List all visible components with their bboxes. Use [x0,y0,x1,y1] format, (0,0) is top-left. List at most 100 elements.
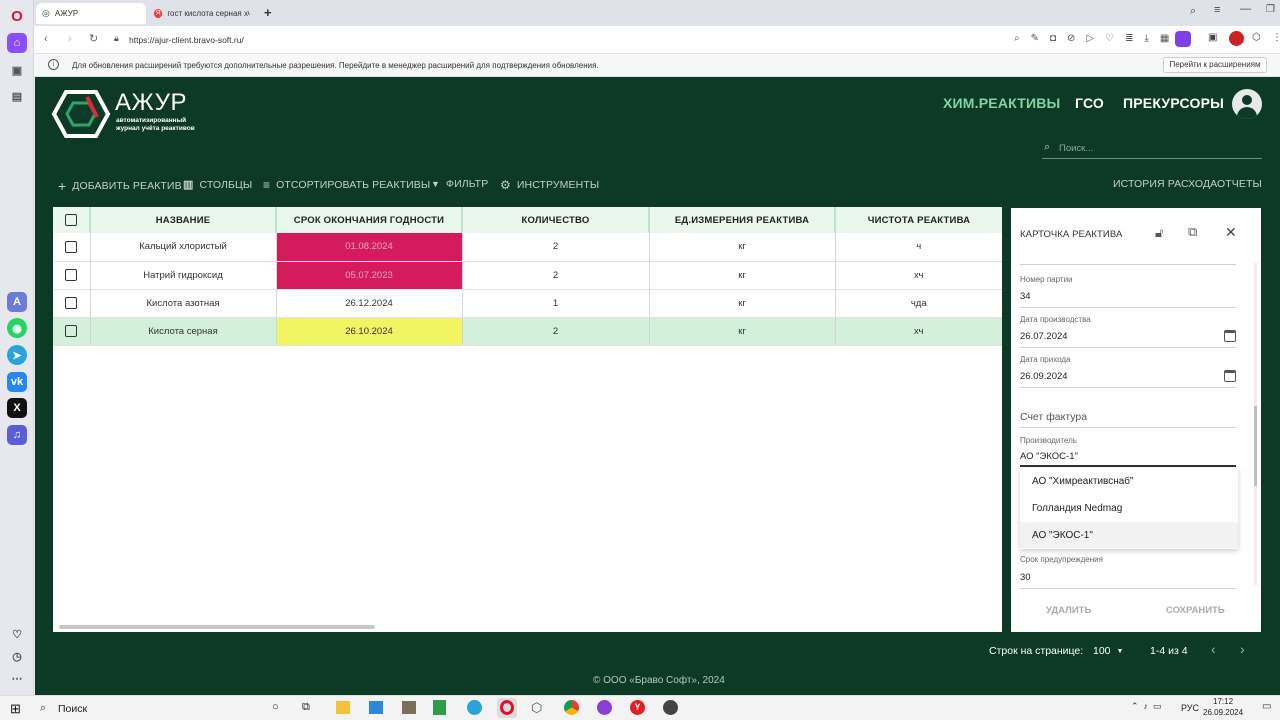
reload-icon[interactable]: ↻ [89,32,98,45]
notes-icon[interactable]: ▤ [7,86,27,106]
clock-time[interactable]: 17:12 [1213,697,1233,706]
list-icon[interactable]: ≣ [1125,33,1133,44]
briefcase-icon[interactable]: ▣ [7,60,27,80]
search-tabs-icon[interactable]: ⌕ [1190,5,1196,18]
columns-button[interactable]: ▥ СТОЛБЦЫ [183,178,252,192]
player-icon[interactable]: ♫ [7,425,27,445]
taskbar-search[interactable]: Поиск [58,703,87,715]
aria-icon[interactable]: A [7,292,27,312]
chrome-icon[interactable] [564,700,579,715]
excel-icon[interactable] [433,700,446,715]
cortana-icon[interactable]: ○ [272,701,279,713]
download-icon[interactable]: ⤓ [1145,33,1149,44]
app-icon[interactable] [597,700,612,715]
add-reagent-button[interactable]: + ДОБАВИТЬ РЕАКТИВ [58,178,182,194]
dropdown-option[interactable]: Голландия Nedmag [1020,495,1238,521]
tab-azhur[interactable]: ◎ АЖУР [36,3,146,24]
arrival-date-field[interactable]: 26.09.2024 [1020,371,1068,382]
next-page-icon[interactable]: › [1240,641,1245,657]
dropdown-option[interactable]: АО "Химреактивснаб" [1020,468,1238,494]
calendar-icon[interactable] [1224,370,1236,382]
column-header-quantity[interactable]: КОЛИЧЕСТВО [462,207,650,233]
horizontal-scrollbar[interactable] [55,624,1000,630]
vk-icon[interactable]: vk [7,372,27,392]
app-icon[interactable]: ⬡ [531,700,542,716]
history-icon[interactable]: ◷ [7,646,27,666]
nav-gso[interactable]: ГСО [1075,95,1104,111]
tools-button[interactable]: ⚙ ИНСТРУМЕНТЫ [500,178,599,192]
app-icon[interactable] [369,701,383,714]
task-view-icon[interactable]: ⧉ [302,701,310,714]
file-explorer-icon[interactable] [336,701,350,714]
extensions-icon[interactable]: ▦ [1160,33,1169,44]
cube-icon[interactable]: ⬡ [1252,32,1261,43]
row-checkbox[interactable] [53,289,91,318]
language-indicator[interactable]: РУС [1181,703,1199,713]
url-text[interactable]: https://ajur-client.bravo-soft.ru/ [129,35,244,45]
x-icon[interactable]: X [7,398,27,418]
select-all-checkbox[interactable] [53,207,91,233]
go-to-extensions-button[interactable]: Перейти к расширениям [1163,57,1267,73]
zoom-icon[interactable]: ⌕ [1014,33,1020,44]
telegram-icon[interactable]: ➤ [7,345,27,365]
back-icon[interactable]: ‹ [44,33,48,45]
edit-icon[interactable]: ✎ [1031,33,1039,44]
camera-icon[interactable]: ◘ [1050,33,1056,44]
table-row[interactable]: Натрий гидроксид 05.07.2023 2 кг хч [53,261,1002,290]
search-field[interactable]: ⌕ Поиск... [1042,139,1262,159]
tray-icons[interactable]: ⌃♪▭ [1131,701,1167,712]
record-icon[interactable] [1229,31,1244,46]
yandex-icon[interactable]: Y [630,700,645,715]
rows-per-page-select[interactable]: 100 ▼ [1093,645,1123,657]
invoice-field[interactable]: Счет фактура [1020,411,1087,423]
table-row[interactable]: Кальций хлористый 01.08.2024 2 кг ч [53,233,1002,262]
reports-button[interactable]: ОТЧЕТЫ [1217,178,1262,190]
whatsapp-icon[interactable]: ◉ [7,318,27,338]
table-row[interactable]: Кислота азотная 26.12.2024 1 кг чда [53,289,1002,318]
lock-icon[interactable]: 🔓︎ [1155,225,1163,241]
user-avatar-icon[interactable] [1232,89,1262,119]
close-icon[interactable]: ✕ [1225,224,1237,241]
wallet-icon[interactable]: ▣ [1208,32,1217,43]
opera-taskbar-icon[interactable] [497,698,517,718]
opera-logo-icon[interactable]: O [7,6,27,26]
restore-icon[interactable]: ❐ [1266,4,1275,15]
nav-chem-reagents[interactable]: ХИМ.РЕАКТИВЫ [943,95,1060,111]
heart-icon[interactable]: ♡ [7,624,27,644]
warning-period-field[interactable]: 30 [1020,572,1031,583]
column-header-unit[interactable]: ЕД.ИЗМЕРЕНИЯ РЕАКТИВА [649,207,836,233]
tab-search[interactable]: Я гост кислота серная хч - [148,3,256,24]
batch-field[interactable]: 34 [1020,291,1031,302]
calendar-icon[interactable] [1224,330,1236,342]
telegram-icon[interactable] [467,700,482,715]
row-checkbox[interactable] [53,233,91,262]
column-header-purity[interactable]: ЧИСТОТА РЕАКТИВА [835,207,1002,233]
manufacturer-input[interactable]: АО "ЭКОС-1" [1020,451,1078,462]
save-button[interactable]: СОХРАНИТЬ [1166,605,1225,616]
favorite-icon[interactable]: ♡ [1105,33,1114,44]
new-tab-icon[interactable]: + [264,5,272,20]
forward-icon[interactable]: › [68,33,72,45]
column-header-name[interactable]: НАЗВАНИЕ [90,207,277,233]
card-scrollbar[interactable] [1254,262,1257,586]
profile-icon[interactable] [1175,31,1191,47]
minimize-icon[interactable]: — [1240,3,1251,15]
menu-icon[interactable]: ≡ [1214,4,1220,16]
row-checkbox[interactable] [53,317,91,346]
shield-icon[interactable]: ⊘ [1067,33,1075,44]
clock-date[interactable]: 26.09.2024 [1203,708,1243,717]
prev-page-icon[interactable]: ‹ [1211,641,1216,657]
nav-precursors[interactable]: ПРЕКУРСОРЫ [1123,95,1224,111]
more-icon[interactable]: ⋯ [7,668,27,688]
play-icon[interactable]: ▷ [1086,33,1094,44]
search-icon[interactable]: ⌕ [40,702,46,715]
prod-date-field[interactable]: 26.07.2024 [1020,331,1068,342]
app-icon[interactable] [402,701,416,714]
column-header-expiry[interactable]: СРОК ОКОНЧАНИЯ ГОДНОСТИ [276,207,463,233]
row-checkbox[interactable] [53,261,91,290]
dropdown-option-highlighted[interactable]: АО "ЭКОС-1" [1020,522,1238,548]
sort-button[interactable]: ≡ ОТСОРТИРОВАТЬ РЕАКТИВЫ [263,178,430,192]
kebab-icon[interactable]: ⋮ [1272,32,1280,43]
delete-button[interactable]: УДАЛИТЬ [1046,605,1091,616]
search-input[interactable]: Поиск... [1059,143,1093,154]
